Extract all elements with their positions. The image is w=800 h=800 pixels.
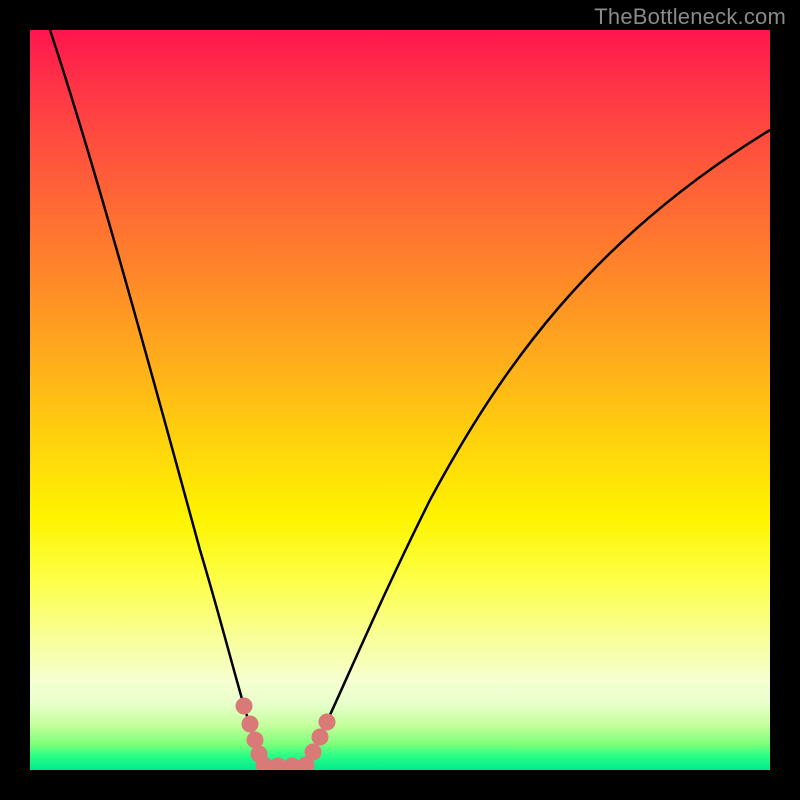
chart-frame: TheBottleneck.com xyxy=(0,0,800,800)
curve-svg xyxy=(30,30,770,770)
marker-dots xyxy=(236,698,335,770)
plot-area xyxy=(30,30,770,770)
bottleneck-curve-path xyxy=(50,30,770,765)
watermark-text: TheBottleneck.com xyxy=(594,4,786,30)
